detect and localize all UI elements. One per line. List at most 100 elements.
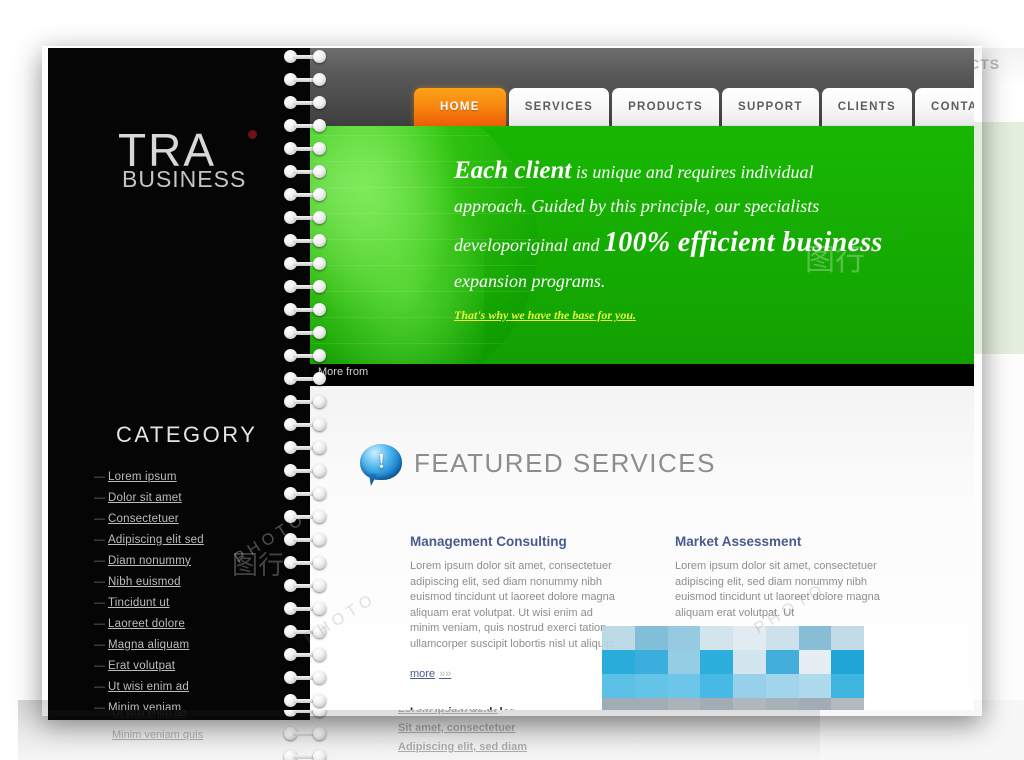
nav-tab-contacts[interactable]: CONTACTS [915, 88, 974, 126]
sidebar-item-7[interactable]: — Laoreet dolore [94, 613, 304, 634]
sidebar-item-2[interactable]: — Consectetuer [94, 508, 304, 529]
sidebar-item-label: Minim veniam [108, 701, 182, 711]
speech-bubble-exclamation-icon: ! [360, 444, 404, 484]
mosaic-tile [602, 698, 635, 710]
category-heading: CATEGORY [116, 422, 258, 447]
nav-tab-label: CLIENTS [837, 101, 896, 113]
sidebar-item-8[interactable]: — Magna aliquam [94, 634, 304, 655]
spiral-ring-right [313, 142, 326, 155]
spiral-ring-right [313, 671, 326, 684]
mosaic-tile [602, 626, 635, 650]
mosaic-tile [733, 698, 766, 710]
spiral-ring [284, 418, 326, 431]
spiral-ring-right [313, 211, 326, 224]
mosaic-tile [831, 626, 864, 650]
hero-banner: Each client is unique and requires indiv… [310, 126, 974, 364]
spiral-ring-right [313, 395, 326, 408]
service-sub-link-0[interactable]: Lorem ipsum dolor [410, 704, 620, 710]
spiral-ring-right [313, 234, 326, 247]
service-heading: Market Assessment [675, 534, 802, 549]
spiral-ring-right [313, 602, 326, 615]
bullet-dash-icon: — [94, 680, 105, 693]
nav-tab-label: SERVICES [524, 101, 594, 113]
sidebar-item-10[interactable]: — Ut wisi enim ad [94, 676, 304, 697]
sidebar-item-0[interactable]: — Lorem ipsum [94, 466, 304, 487]
service-column-management-consulting: Management Consulting Lorem ipsum dolor … [410, 534, 620, 710]
spiral-binding [284, 48, 326, 710]
nav-tab-label: PRODUCTS [628, 101, 703, 113]
more-link-label: more [410, 668, 436, 680]
hero-cta-link[interactable]: That's why we have the base for you. [454, 308, 636, 323]
spiral-ring-right [313, 303, 326, 316]
bullet-dash-icon: — [94, 533, 105, 546]
spiral-ring [284, 50, 326, 63]
bullet-dash-icon: — [94, 596, 105, 609]
sidebar-item-3[interactable]: — Adipiscing elit sed [94, 529, 304, 550]
sidebar-item-label: Dolor sit amet [108, 491, 182, 504]
nav-tab-label: HOME [440, 101, 480, 113]
mosaic-tile [634, 650, 668, 674]
hero-line-3: developoriginal and 100% efficient busin… [454, 223, 954, 265]
mosaic-tile [602, 674, 635, 698]
spiral-ring-right [313, 556, 326, 569]
spiral-ring [284, 303, 326, 316]
mosaic-tile [700, 674, 733, 698]
spiral-ring-right [313, 464, 326, 477]
spiral-ring-right [313, 418, 326, 431]
spiral-ring [284, 349, 326, 362]
spiral-ring [284, 464, 326, 477]
mosaic-tile [667, 626, 701, 650]
mosaic-tile [765, 626, 799, 650]
mosaic-tile [798, 626, 832, 650]
spiral-ring-right [313, 326, 326, 339]
spiral-ring [284, 142, 326, 155]
spiral-ring [284, 234, 326, 247]
mosaic-tile [733, 626, 766, 650]
mosaic-tile [667, 650, 701, 674]
spiral-ring [284, 625, 326, 638]
website-mockup-page: TRA BUSINESS CATEGORY — Lorem ipsum — Dolor… [48, 48, 974, 710]
sidebar-item-label: Tincidunt ut [108, 596, 170, 609]
sidebar-item-5[interactable]: — Nibh euismod [94, 571, 304, 592]
mosaic-tile [798, 674, 832, 698]
nav-tab-clients[interactable]: CLIENTS [821, 88, 912, 126]
main-navigation: HOME SERVICES PRODUCTS SUPPORT CLIENTS CONTAC… [414, 88, 974, 126]
sidebar-item-11[interactable]: — Minim veniam [94, 697, 304, 711]
page-content-area: HOME SERVICES PRODUCTS SUPPORT CLIENTS CONTAC… [310, 48, 974, 710]
spiral-ring-right [313, 727, 326, 740]
more-link[interactable]: more»» [410, 668, 451, 680]
logo-registered-dot [248, 130, 257, 139]
spiral-ring [284, 750, 326, 760]
service-body: Lorem ipsum dolor sit amet, consectetuer… [675, 560, 880, 619]
spiral-ring [284, 579, 326, 592]
nav-tab-services[interactable]: SERVICES [508, 88, 610, 126]
mosaic-tile [733, 650, 766, 674]
bullet-dash-icon: — [94, 470, 105, 483]
sidebar-item-6[interactable]: — Tincidunt ut [94, 592, 304, 613]
bullet-dash-icon: — [94, 554, 105, 567]
mosaic-tile [700, 650, 733, 674]
sidebar-item-1[interactable]: — Dolor sit amet [94, 487, 304, 508]
spiral-ring-right [313, 648, 326, 661]
spiral-ring [284, 556, 326, 569]
nav-tab-home[interactable]: HOME [414, 88, 506, 126]
mosaic-tile [700, 698, 733, 710]
spiral-ring-right [313, 119, 326, 132]
more-chevron-icon: »» [439, 668, 452, 680]
site-logo[interactable]: TRA BUSINESS [118, 127, 278, 223]
mosaic-tile [634, 626, 668, 650]
mosaic-tile [602, 650, 635, 674]
sidebar-item-9[interactable]: — Erat volutpat [94, 655, 304, 676]
hero-text-block: Each client is unique and requires indiv… [454, 154, 954, 297]
sidebar-item-label: Diam nonummy [108, 554, 191, 567]
bullet-dash-icon: — [94, 575, 105, 588]
spiral-ring-right [313, 96, 326, 109]
spiral-ring-right [313, 280, 326, 293]
mosaic-tile [831, 698, 864, 710]
sidebar-item-4[interactable]: — Diam nonummy [94, 550, 304, 571]
spiral-ring [284, 73, 326, 86]
mosaic-tile [765, 650, 799, 674]
nav-tab-products[interactable]: PRODUCTS [612, 88, 719, 126]
nav-tab-support[interactable]: SUPPORT [722, 88, 819, 126]
spiral-ring-right [313, 165, 326, 178]
